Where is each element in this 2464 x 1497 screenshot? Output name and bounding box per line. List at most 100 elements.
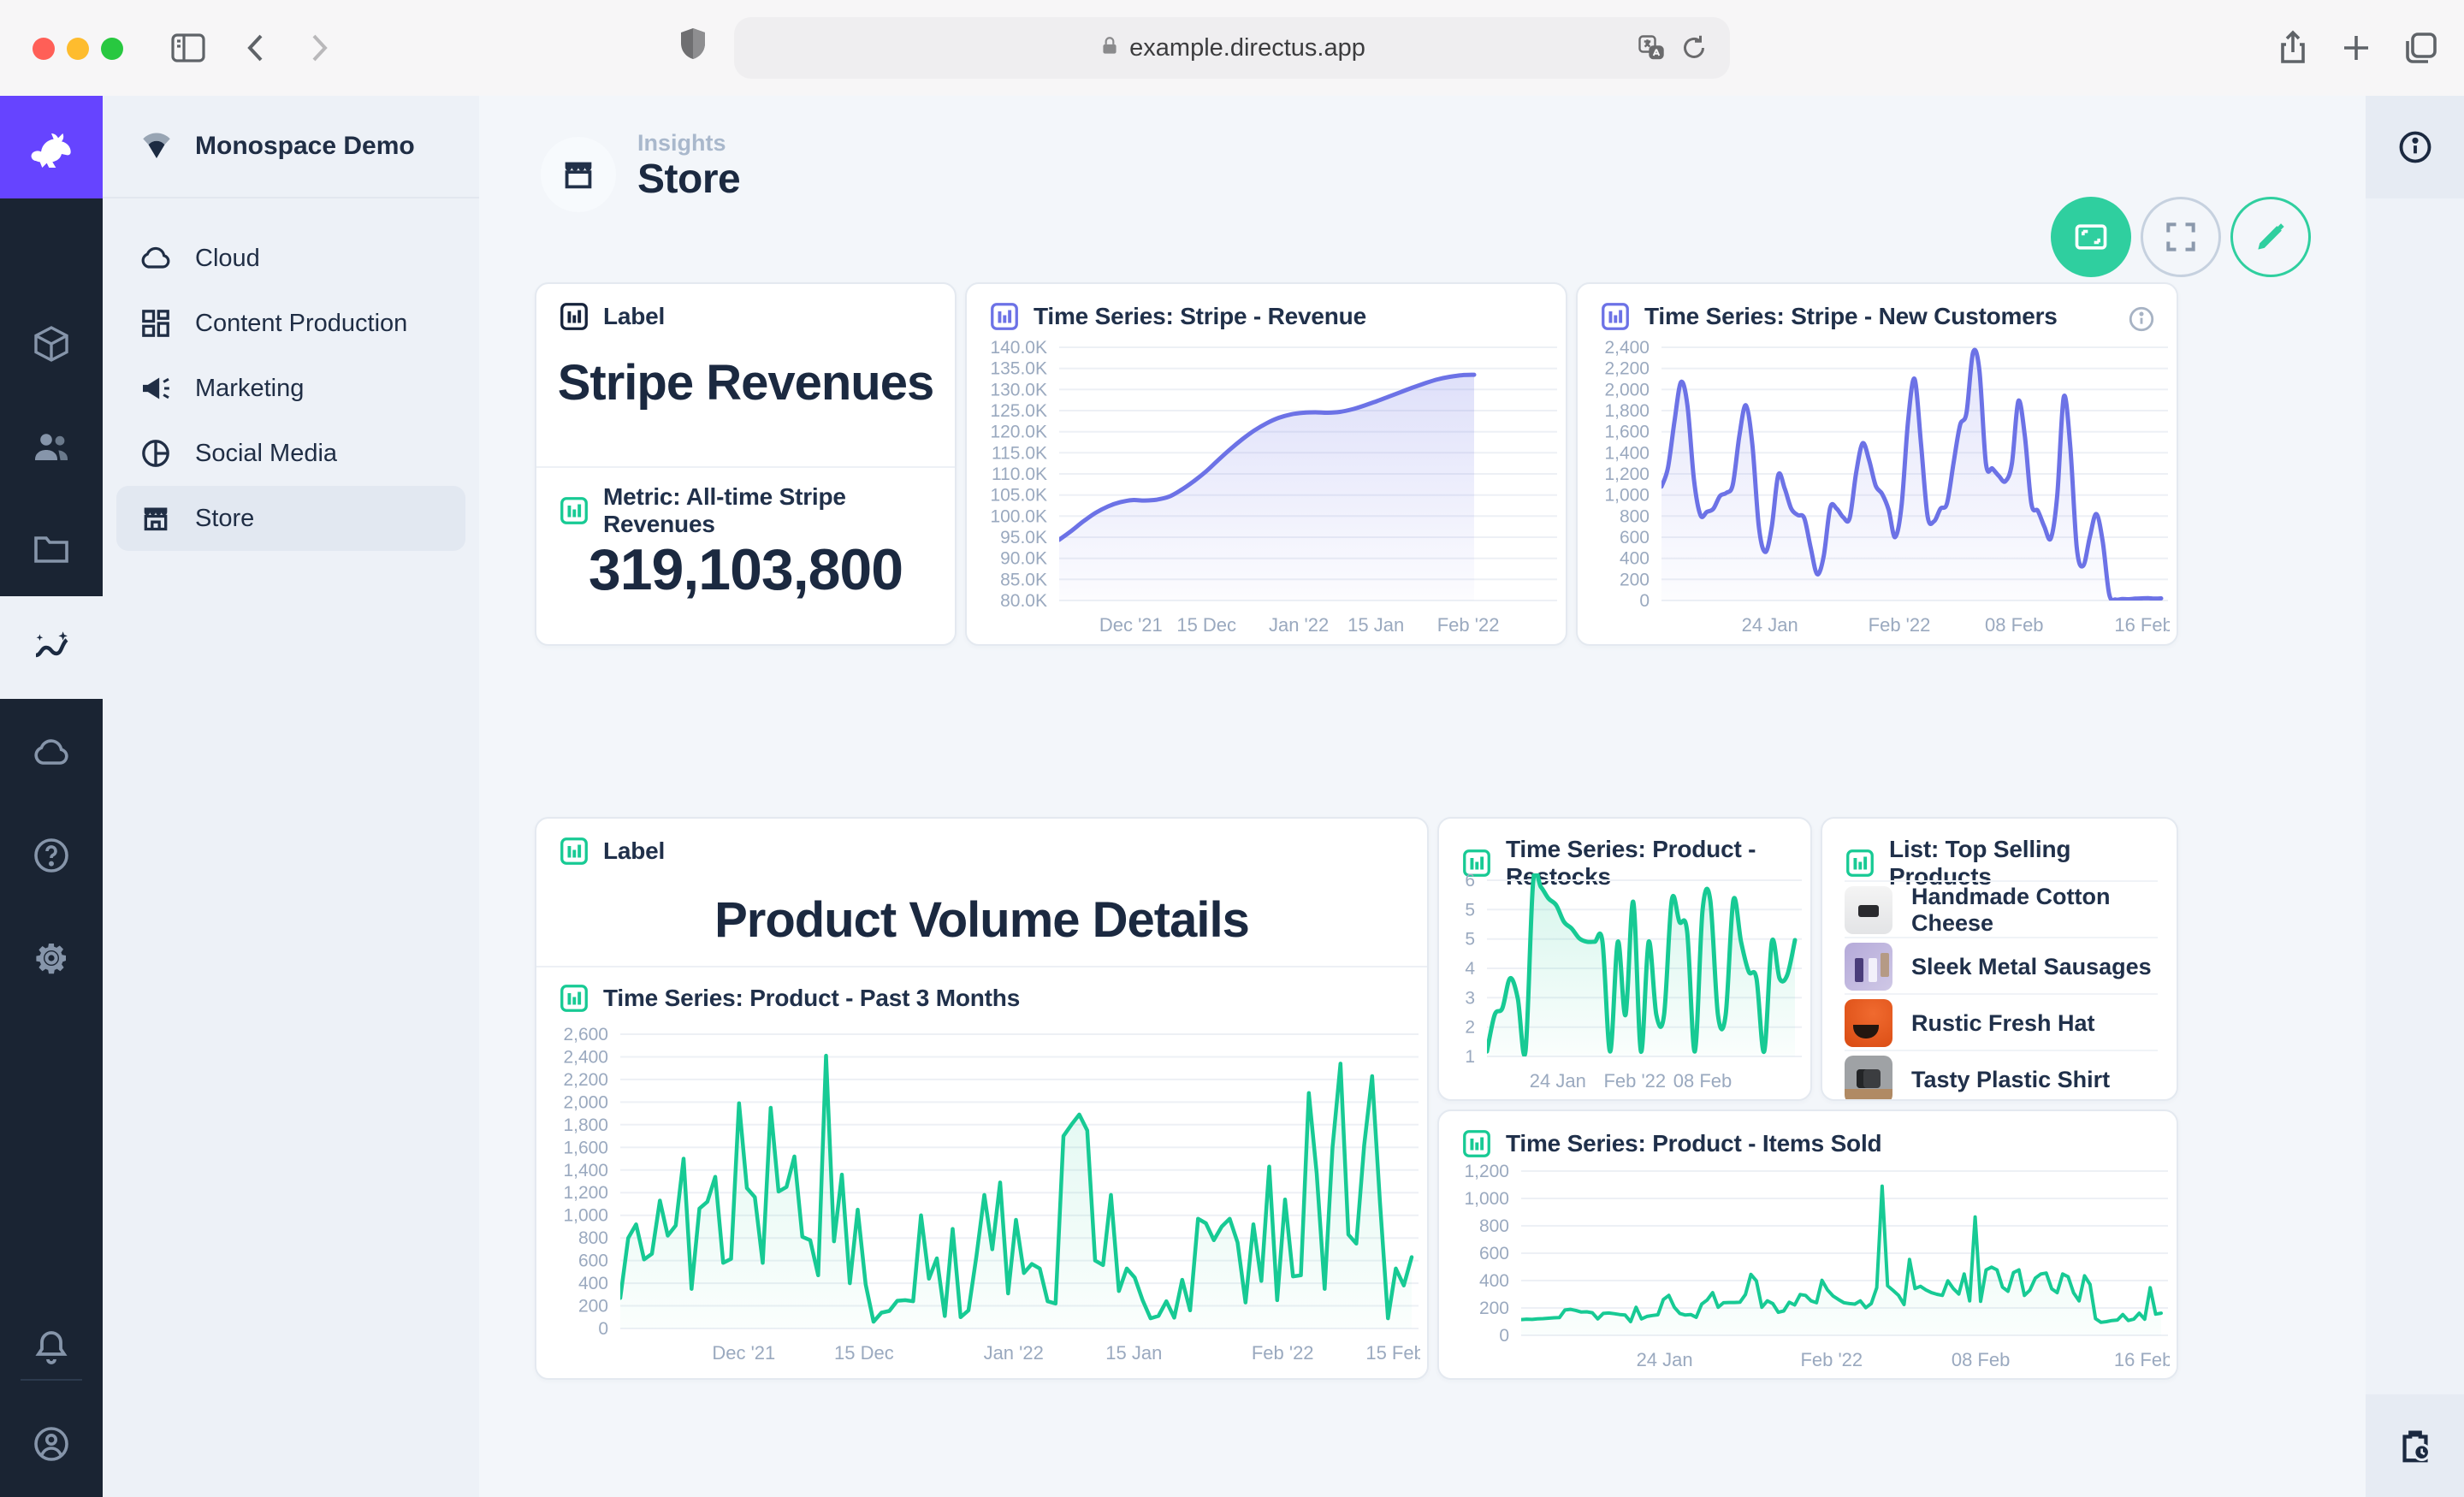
panel-header: Label [559, 836, 665, 867]
panel-title: Time Series: Product - Items Sold [1506, 1130, 1881, 1157]
sidebar-item-label: Cloud [195, 245, 260, 273]
sidebar-item-label: Marketing [195, 375, 304, 403]
svg-text:24 Jan: 24 Jan [1530, 1070, 1586, 1092]
panel-stripe-revenue[interactable]: Time Series: Stripe - Revenue 140.0K135.… [965, 282, 1567, 646]
panel-restocks[interactable]: Time Series: Product - Restocks 65543212… [1437, 817, 1812, 1101]
url-bar[interactable]: example.directus.app [734, 17, 1730, 79]
reload-icon[interactable] [1679, 33, 1709, 63]
user-avatar-icon[interactable] [0, 1394, 103, 1494]
module-cloud-icon[interactable] [0, 703, 103, 802]
minimize-window-button[interactable] [67, 38, 89, 60]
sidebar-item-cloud[interactable]: Cloud [116, 226, 465, 291]
svg-text:24 Jan: 24 Jan [1742, 614, 1798, 636]
svg-text:1,400: 1,400 [563, 1161, 608, 1180]
clipboard-clock-icon [2396, 1426, 2435, 1465]
svg-text:100.0K: 100.0K [990, 506, 1047, 526]
svg-text:2: 2 [1465, 1018, 1475, 1038]
grid-icon [139, 306, 173, 340]
svg-text:Feb '22: Feb '22 [1603, 1070, 1666, 1092]
panel-product-volume[interactable]: Label Product Volume Details Time Series… [535, 817, 1429, 1380]
forward-button[interactable] [298, 27, 339, 68]
new-tab-icon[interactable] [2336, 27, 2377, 68]
svg-text:08 Feb: 08 Feb [1985, 614, 2044, 636]
cloud-icon [139, 241, 173, 275]
right-sidebar [2366, 96, 2464, 1497]
screen: example.directus.app [0, 0, 2464, 1497]
svg-text:1,400: 1,400 [1604, 443, 1650, 463]
list-item[interactable]: Sleek Metal Sausages [1845, 937, 2158, 995]
sidebar-item-social-media[interactable]: Social Media [116, 421, 465, 486]
product-thumbnail [1845, 943, 1892, 991]
sidebar-item-marketing[interactable]: Marketing [116, 356, 465, 421]
svg-text:Feb '22: Feb '22 [1437, 614, 1500, 636]
privacy-shield-icon[interactable] [672, 24, 714, 65]
svg-text:Jan '22: Jan '22 [984, 1342, 1044, 1364]
directus-logo[interactable] [0, 96, 103, 198]
back-button[interactable] [236, 27, 277, 68]
activity-log-button[interactable] [2366, 1394, 2464, 1497]
notifications-bell-icon[interactable] [0, 1298, 103, 1397]
product-name: Tasty Plastic Shirt [1911, 1067, 2110, 1093]
panel-new-customers[interactable]: Time Series: Stripe - New Customers 2,40… [1576, 282, 2178, 646]
svg-text:1,600: 1,600 [563, 1138, 608, 1157]
svg-text:16 Feb: 16 Feb [2114, 1349, 2170, 1370]
svg-text:200: 200 [1620, 570, 1650, 589]
svg-text:15 Dec: 15 Dec [834, 1342, 894, 1364]
svg-text:0: 0 [1499, 1326, 1509, 1346]
new-customers-chart: 2,4002,2002,0001,8001,6001,4001,2001,000… [1588, 337, 2170, 638]
sidebar-item-label: Content Production [195, 310, 407, 338]
list-item[interactable]: Tasty Plastic Shirt [1845, 1050, 2158, 1101]
zoom-window-button[interactable] [101, 38, 123, 60]
fullscreen-button[interactable] [2141, 197, 2221, 277]
app-frame: Monospace Demo Cloud Content Production … [0, 96, 2464, 1497]
svg-text:2,400: 2,400 [563, 1048, 608, 1068]
edit-dashboard-button[interactable] [2230, 197, 2311, 277]
svg-text:2,000: 2,000 [563, 1092, 608, 1112]
zoom-to-fit-button[interactable] [2051, 197, 2131, 277]
project-name: Monospace Demo [195, 132, 415, 161]
svg-text:95.0K: 95.0K [1000, 528, 1047, 547]
module-bar-divider [21, 1379, 82, 1381]
module-settings-icon[interactable] [0, 908, 103, 1008]
storefront-icon [139, 501, 173, 535]
sidebar-info-button[interactable] [2366, 96, 2464, 198]
svg-text:600: 600 [1620, 528, 1650, 547]
sidebar-toggle-icon[interactable] [168, 27, 209, 68]
panel-top-selling-products[interactable]: List: Top Selling Products Handmade Cott… [1821, 817, 2178, 1101]
panel-label-metric[interactable]: Label Stripe Revenues Metric: All-time S… [535, 282, 957, 646]
module-users-icon[interactable] [0, 397, 103, 496]
svg-text:Feb '22: Feb '22 [1800, 1349, 1863, 1370]
module-files-icon[interactable] [0, 500, 103, 599]
panel-items-sold[interactable]: Time Series: Product - Items Sold 1,2001… [1437, 1109, 2178, 1380]
svg-text:1,200: 1,200 [563, 1183, 608, 1203]
list-item[interactable]: Handmade Cotton Cheese [1845, 880, 2158, 938]
browser-chrome: example.directus.app [0, 0, 2464, 98]
module-content-icon[interactable] [0, 294, 103, 393]
svg-text:15 Jan: 15 Jan [1348, 614, 1404, 636]
sidebar-item-content-production[interactable]: Content Production [116, 291, 465, 356]
breadcrumb[interactable]: Insights [637, 130, 726, 157]
svg-text:400: 400 [1620, 549, 1650, 569]
svg-text:0: 0 [1639, 591, 1650, 611]
svg-text:115.0K: 115.0K [992, 443, 1047, 463]
svg-text:2,000: 2,000 [1604, 380, 1650, 399]
list-item[interactable]: Rustic Fresh Hat [1845, 993, 2158, 1051]
sidebar-item-store[interactable]: Store [116, 486, 465, 551]
svg-text:2,400: 2,400 [1604, 338, 1650, 358]
svg-text:0: 0 [598, 1319, 608, 1339]
svg-text:6: 6 [1465, 871, 1475, 891]
share-icon[interactable] [2272, 27, 2313, 68]
close-window-button[interactable] [33, 38, 55, 60]
tab-overview-icon[interactable] [2401, 27, 2442, 68]
module-help-icon[interactable] [0, 806, 103, 905]
panel-title: Label [603, 303, 665, 330]
translate-icon[interactable] [1636, 33, 1667, 63]
project-header[interactable]: Monospace Demo [103, 96, 479, 198]
module-insights-icon[interactable] [0, 596, 103, 699]
page-header: Insights Store [479, 96, 2366, 282]
svg-text:600: 600 [1479, 1244, 1509, 1263]
label-panel-icon [559, 301, 589, 332]
svg-text:90.0K: 90.0K [1000, 549, 1047, 569]
info-icon[interactable] [2127, 305, 2156, 334]
svg-text:2,200: 2,200 [1604, 359, 1650, 379]
